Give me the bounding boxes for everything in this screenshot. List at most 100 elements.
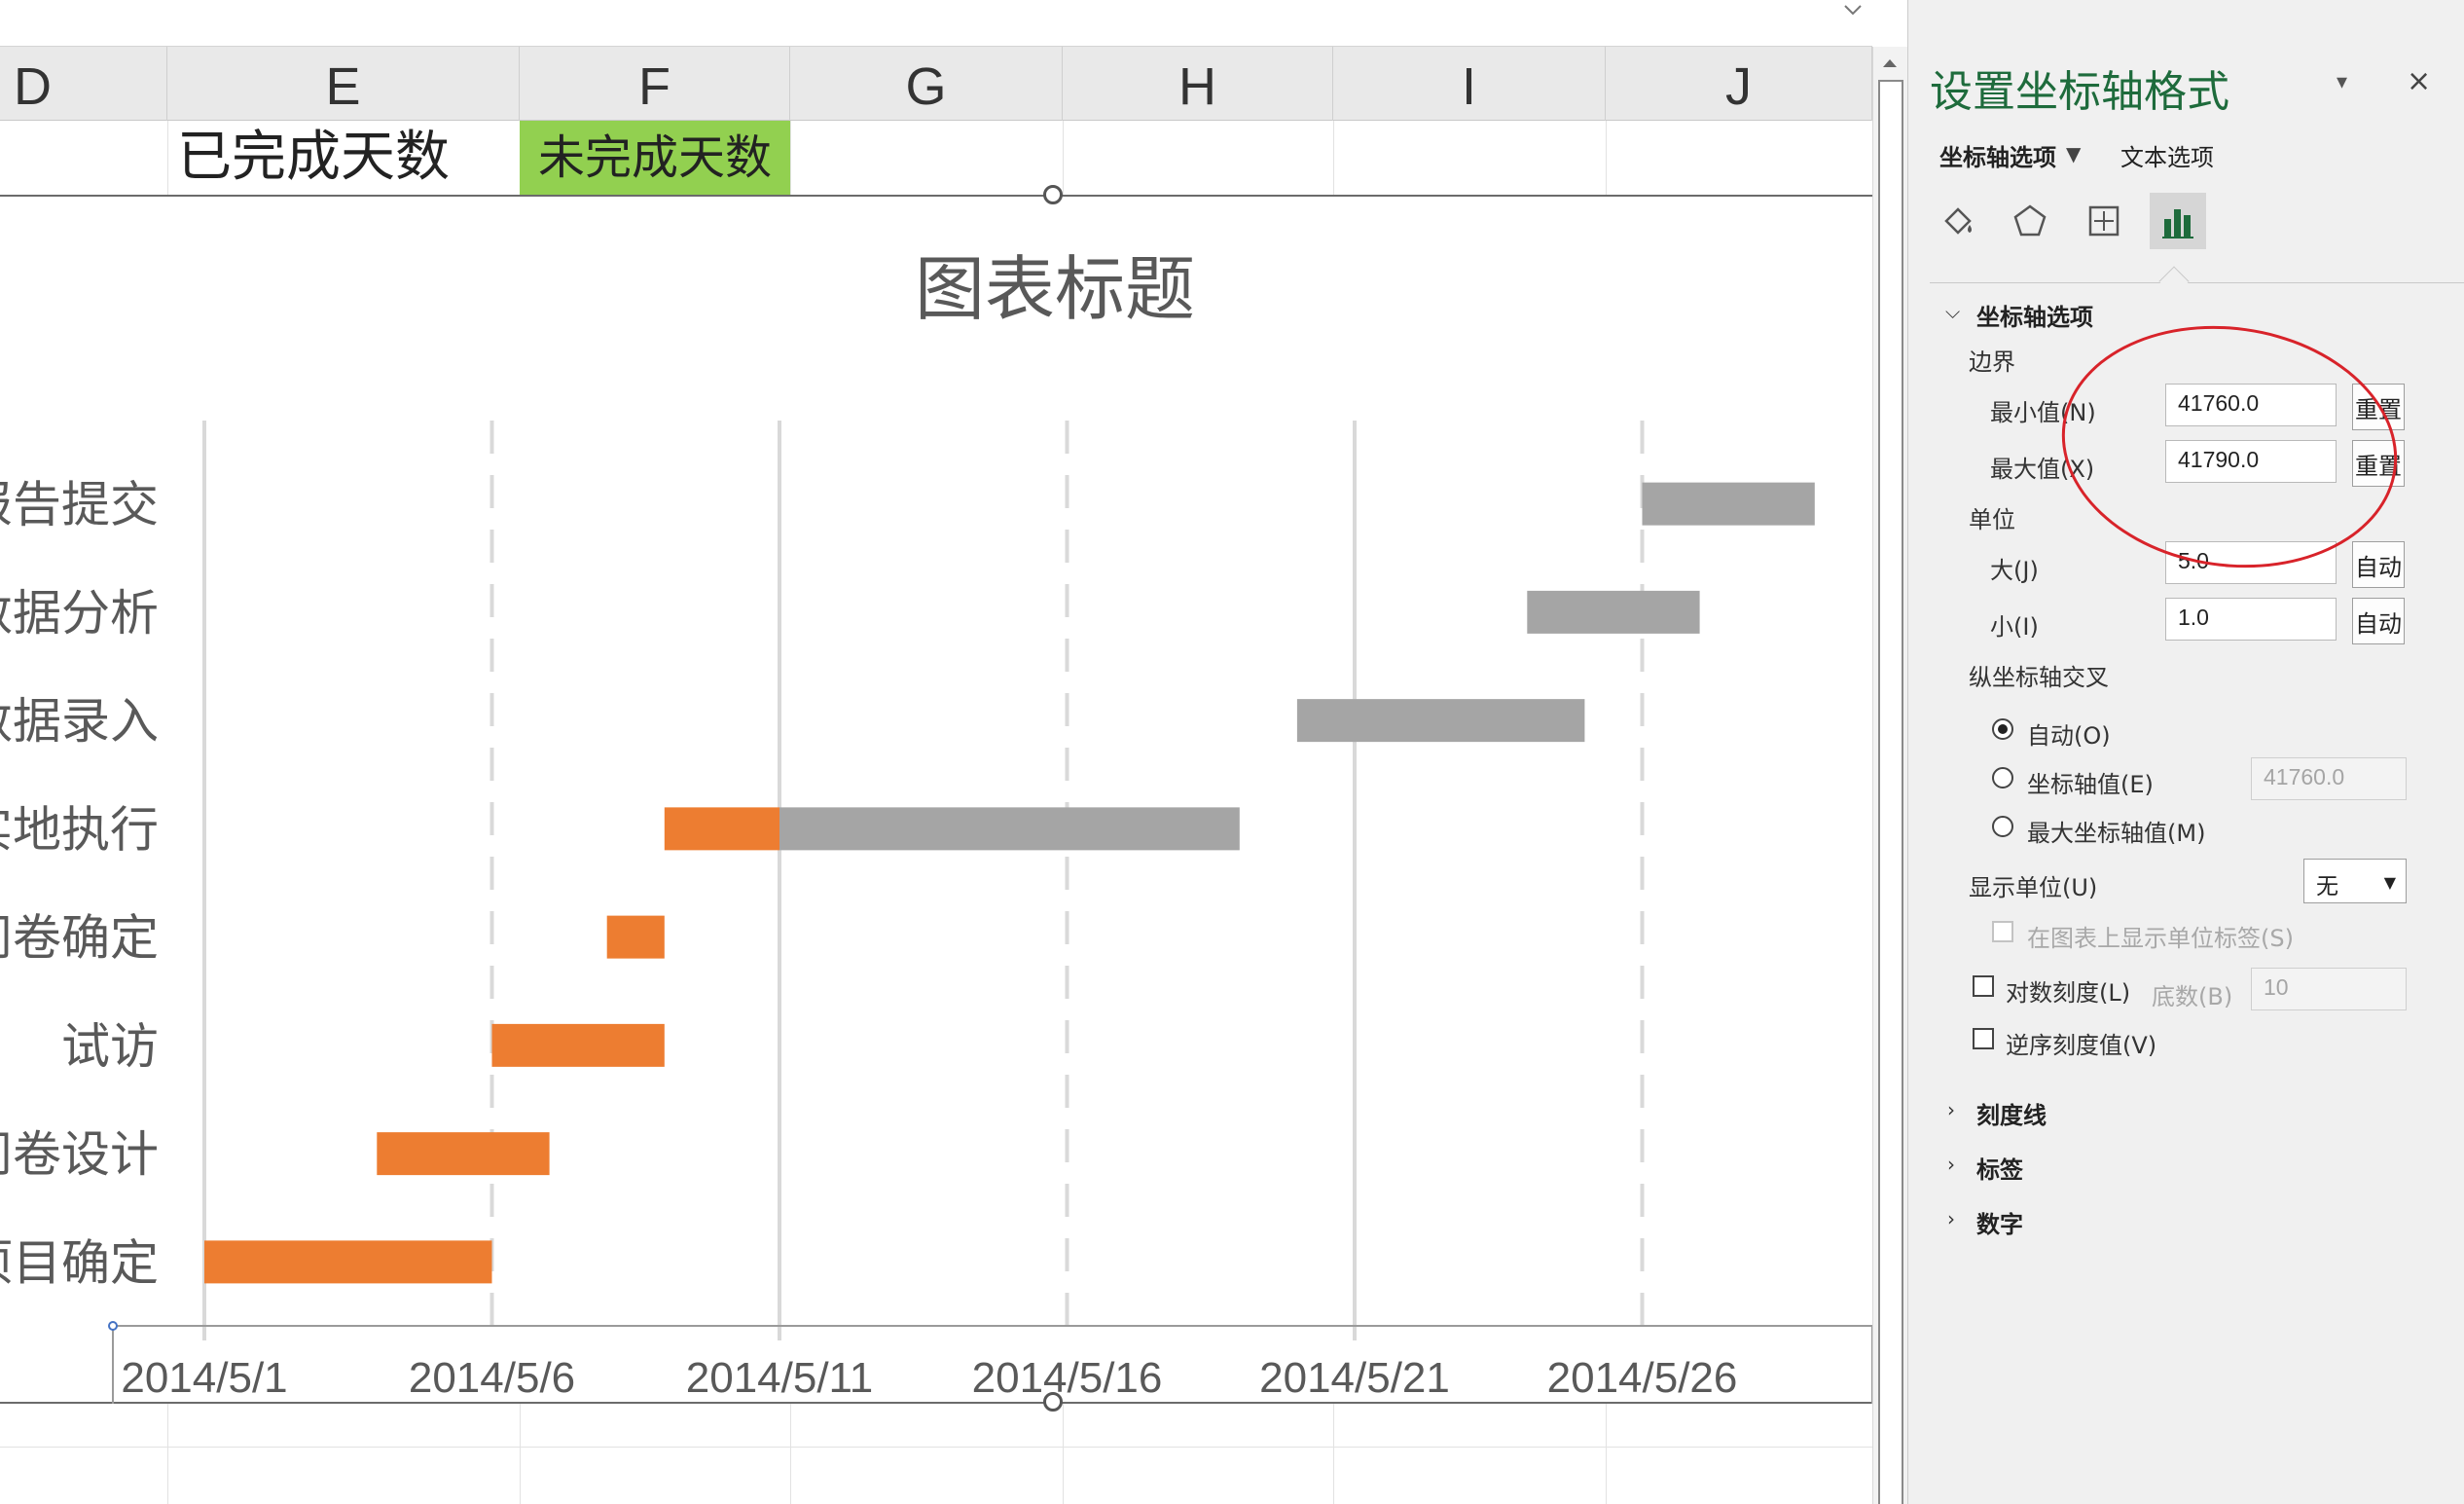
- tab-axis-options[interactable]: 坐标轴选项: [1939, 138, 2056, 172]
- category-label: 问卷设计: [0, 1126, 159, 1183]
- section-labels[interactable]: 标签: [1976, 1151, 2023, 1185]
- chart-plot-svg: 图表标题项目确定 问卷设计 试访 问卷确定 实地执行 数据录入 数据分析 报告提交 2014/5…: [0, 248, 1872, 1404]
- effects-icon[interactable]: [2002, 193, 2058, 249]
- units-label: 单位: [1969, 506, 2015, 533]
- column-header-h[interactable]: H: [1063, 47, 1333, 121]
- category-label: 问卷确定: [0, 910, 159, 967]
- category-label: 数据分析: [0, 585, 159, 642]
- auto-major-button[interactable]: 自动: [2352, 541, 2405, 588]
- major-unit-label: 大(J): [1990, 557, 2039, 584]
- section-tick-marks[interactable]: 刻度线: [1976, 1096, 2047, 1130]
- chart-title: 图表标题: [915, 248, 1195, 330]
- display-units-value: 无: [2316, 874, 2338, 899]
- bar-done: [377, 1132, 550, 1176]
- reset-min-button[interactable]: 重置: [2352, 384, 2405, 430]
- minor-unit-input[interactable]: 1.0: [2165, 598, 2337, 641]
- major-unit-input[interactable]: 5.0: [2165, 541, 2337, 584]
- cross-value-input: 41760.0: [2251, 757, 2407, 800]
- column-headers: D E F G H I J: [0, 47, 1872, 121]
- column-header-j[interactable]: J: [1606, 47, 1872, 121]
- selected-tab-caret: [2158, 266, 2190, 297]
- divider: [1930, 282, 2464, 283]
- axis-options-icon[interactable]: [2150, 193, 2206, 249]
- column-header-i[interactable]: I: [1333, 47, 1606, 121]
- category-label: 实地执行: [0, 801, 159, 858]
- reset-max-button[interactable]: 重置: [2352, 440, 2405, 487]
- radio-cross-auto-label[interactable]: 自动(O): [2027, 716, 2111, 751]
- show-units-label-checkbox: [1992, 921, 2013, 942]
- category-label: 数据录入: [0, 693, 159, 750]
- scroll-up-icon[interactable]: [1879, 53, 1901, 74]
- bar-done: [664, 807, 779, 851]
- bar-done: [491, 1023, 665, 1067]
- bar-remaining: [779, 807, 1240, 851]
- axis-handle: [108, 1321, 118, 1331]
- cell-e2[interactable]: 已完成天数: [177, 121, 450, 195]
- x-tick-label: 2014/5/6: [409, 1354, 575, 1402]
- fill-line-icon[interactable]: [1930, 193, 1986, 249]
- chevron-right-icon[interactable]: ›: [1947, 1153, 1955, 1176]
- display-units-select[interactable]: 无 ▼: [2303, 859, 2407, 903]
- x-tick-label: 2014/5/26: [1547, 1354, 1738, 1402]
- worksheet[interactable]: D E F G H I J 已完成天数 未完成天数 图表标题项目确定 问卷设计 试访…: [0, 47, 1872, 1504]
- cell-f2[interactable]: 未完成天数: [520, 121, 790, 195]
- radio-cross-value-label[interactable]: 坐标轴值(E): [2027, 765, 2154, 799]
- category-label: 项目确定: [0, 1234, 159, 1291]
- category-label: 报告提交: [0, 477, 159, 533]
- chevron-down-icon: ▼: [2383, 873, 2396, 892]
- column-header-g[interactable]: G: [790, 47, 1063, 121]
- x-tick-label: 2014/5/21: [1259, 1354, 1450, 1402]
- minor-unit-label: 小(I): [1990, 613, 2039, 641]
- log-scale-label[interactable]: 对数刻度(L): [2006, 973, 2130, 1008]
- column-header-e[interactable]: E: [167, 47, 520, 121]
- column-header-d[interactable]: D: [0, 47, 167, 121]
- column-header-f[interactable]: F: [520, 47, 790, 121]
- bar-done: [204, 1240, 492, 1284]
- vertical-scrollbar[interactable]: [1872, 47, 1907, 1504]
- formula-bar-strip: [0, 0, 1872, 47]
- chevron-down-icon[interactable]: ⌵: [1945, 300, 1960, 323]
- x-tick-label: 2014/5/1: [121, 1354, 287, 1402]
- close-icon[interactable]: ×: [2407, 64, 2431, 98]
- min-label: 最小值(N): [1990, 399, 2096, 426]
- radio-cross-max-label[interactable]: 最大坐标轴值(M): [2027, 814, 2205, 848]
- pane-options-chevron-icon[interactable]: ▾: [2337, 70, 2347, 94]
- radio-cross-auto[interactable]: [1992, 718, 2013, 740]
- radio-cross-max[interactable]: [1992, 816, 2013, 837]
- chart-resize-handle-top[interactable]: [1043, 185, 1063, 204]
- radio-cross-value[interactable]: [1992, 767, 2013, 789]
- gantt-chart[interactable]: 图表标题项目确定 问卷设计 试访 问卷确定 实地执行 数据录入 数据分析 报告提交 2014/5…: [0, 185, 1872, 1412]
- x-tick-label: 2014/5/11: [686, 1354, 873, 1402]
- bar-done: [606, 915, 665, 959]
- reverse-order-checkbox[interactable]: [1973, 1028, 1994, 1049]
- log-base-label: 底数(B): [2152, 983, 2233, 1010]
- reverse-order-label[interactable]: 逆序刻度值(V): [2006, 1026, 2156, 1060]
- max-bound-input[interactable]: 41790.0: [2165, 440, 2337, 483]
- show-units-label-text: 在图表上显示单位标签(S): [2027, 925, 2294, 952]
- log-scale-checkbox[interactable]: [1973, 975, 1994, 997]
- scrollbar-thumb[interactable]: [1878, 80, 1903, 1504]
- bar-remaining: [1642, 482, 1815, 526]
- pane-title: 设置坐标轴格式: [1930, 67, 2229, 117]
- x-tick-label: 2014/5/16: [972, 1354, 1163, 1402]
- section-axis-options[interactable]: 坐标轴选项: [1976, 298, 2093, 332]
- expand-formula-bar-icon[interactable]: [1833, 0, 1872, 47]
- log-base-input: 10: [2251, 968, 2407, 1010]
- chevron-down-icon[interactable]: ▼: [2066, 142, 2081, 165]
- tab-text-options[interactable]: 文本选项: [2120, 138, 2214, 172]
- bar-remaining: [1296, 699, 1585, 743]
- size-properties-icon[interactable]: [2076, 193, 2132, 249]
- display-units-label: 显示单位(U): [1969, 874, 2098, 901]
- min-bound-input[interactable]: 41760.0: [2165, 384, 2337, 426]
- bar-remaining: [1527, 590, 1700, 634]
- bounds-label: 边界: [1969, 348, 2015, 376]
- chevron-right-icon[interactable]: ›: [1947, 1207, 1955, 1230]
- category-label: 试访: [61, 1018, 159, 1075]
- section-number[interactable]: 数字: [1976, 1205, 2023, 1239]
- vertical-axis-crosses-label: 纵坐标轴交叉: [1969, 664, 2109, 691]
- max-label: 最大值(X): [1990, 456, 2095, 483]
- grid-line: [0, 1447, 1872, 1448]
- auto-minor-button[interactable]: 自动: [2352, 598, 2405, 644]
- chevron-right-icon[interactable]: ›: [1947, 1098, 1955, 1121]
- chart-resize-handle-bottom[interactable]: [1043, 1392, 1063, 1412]
